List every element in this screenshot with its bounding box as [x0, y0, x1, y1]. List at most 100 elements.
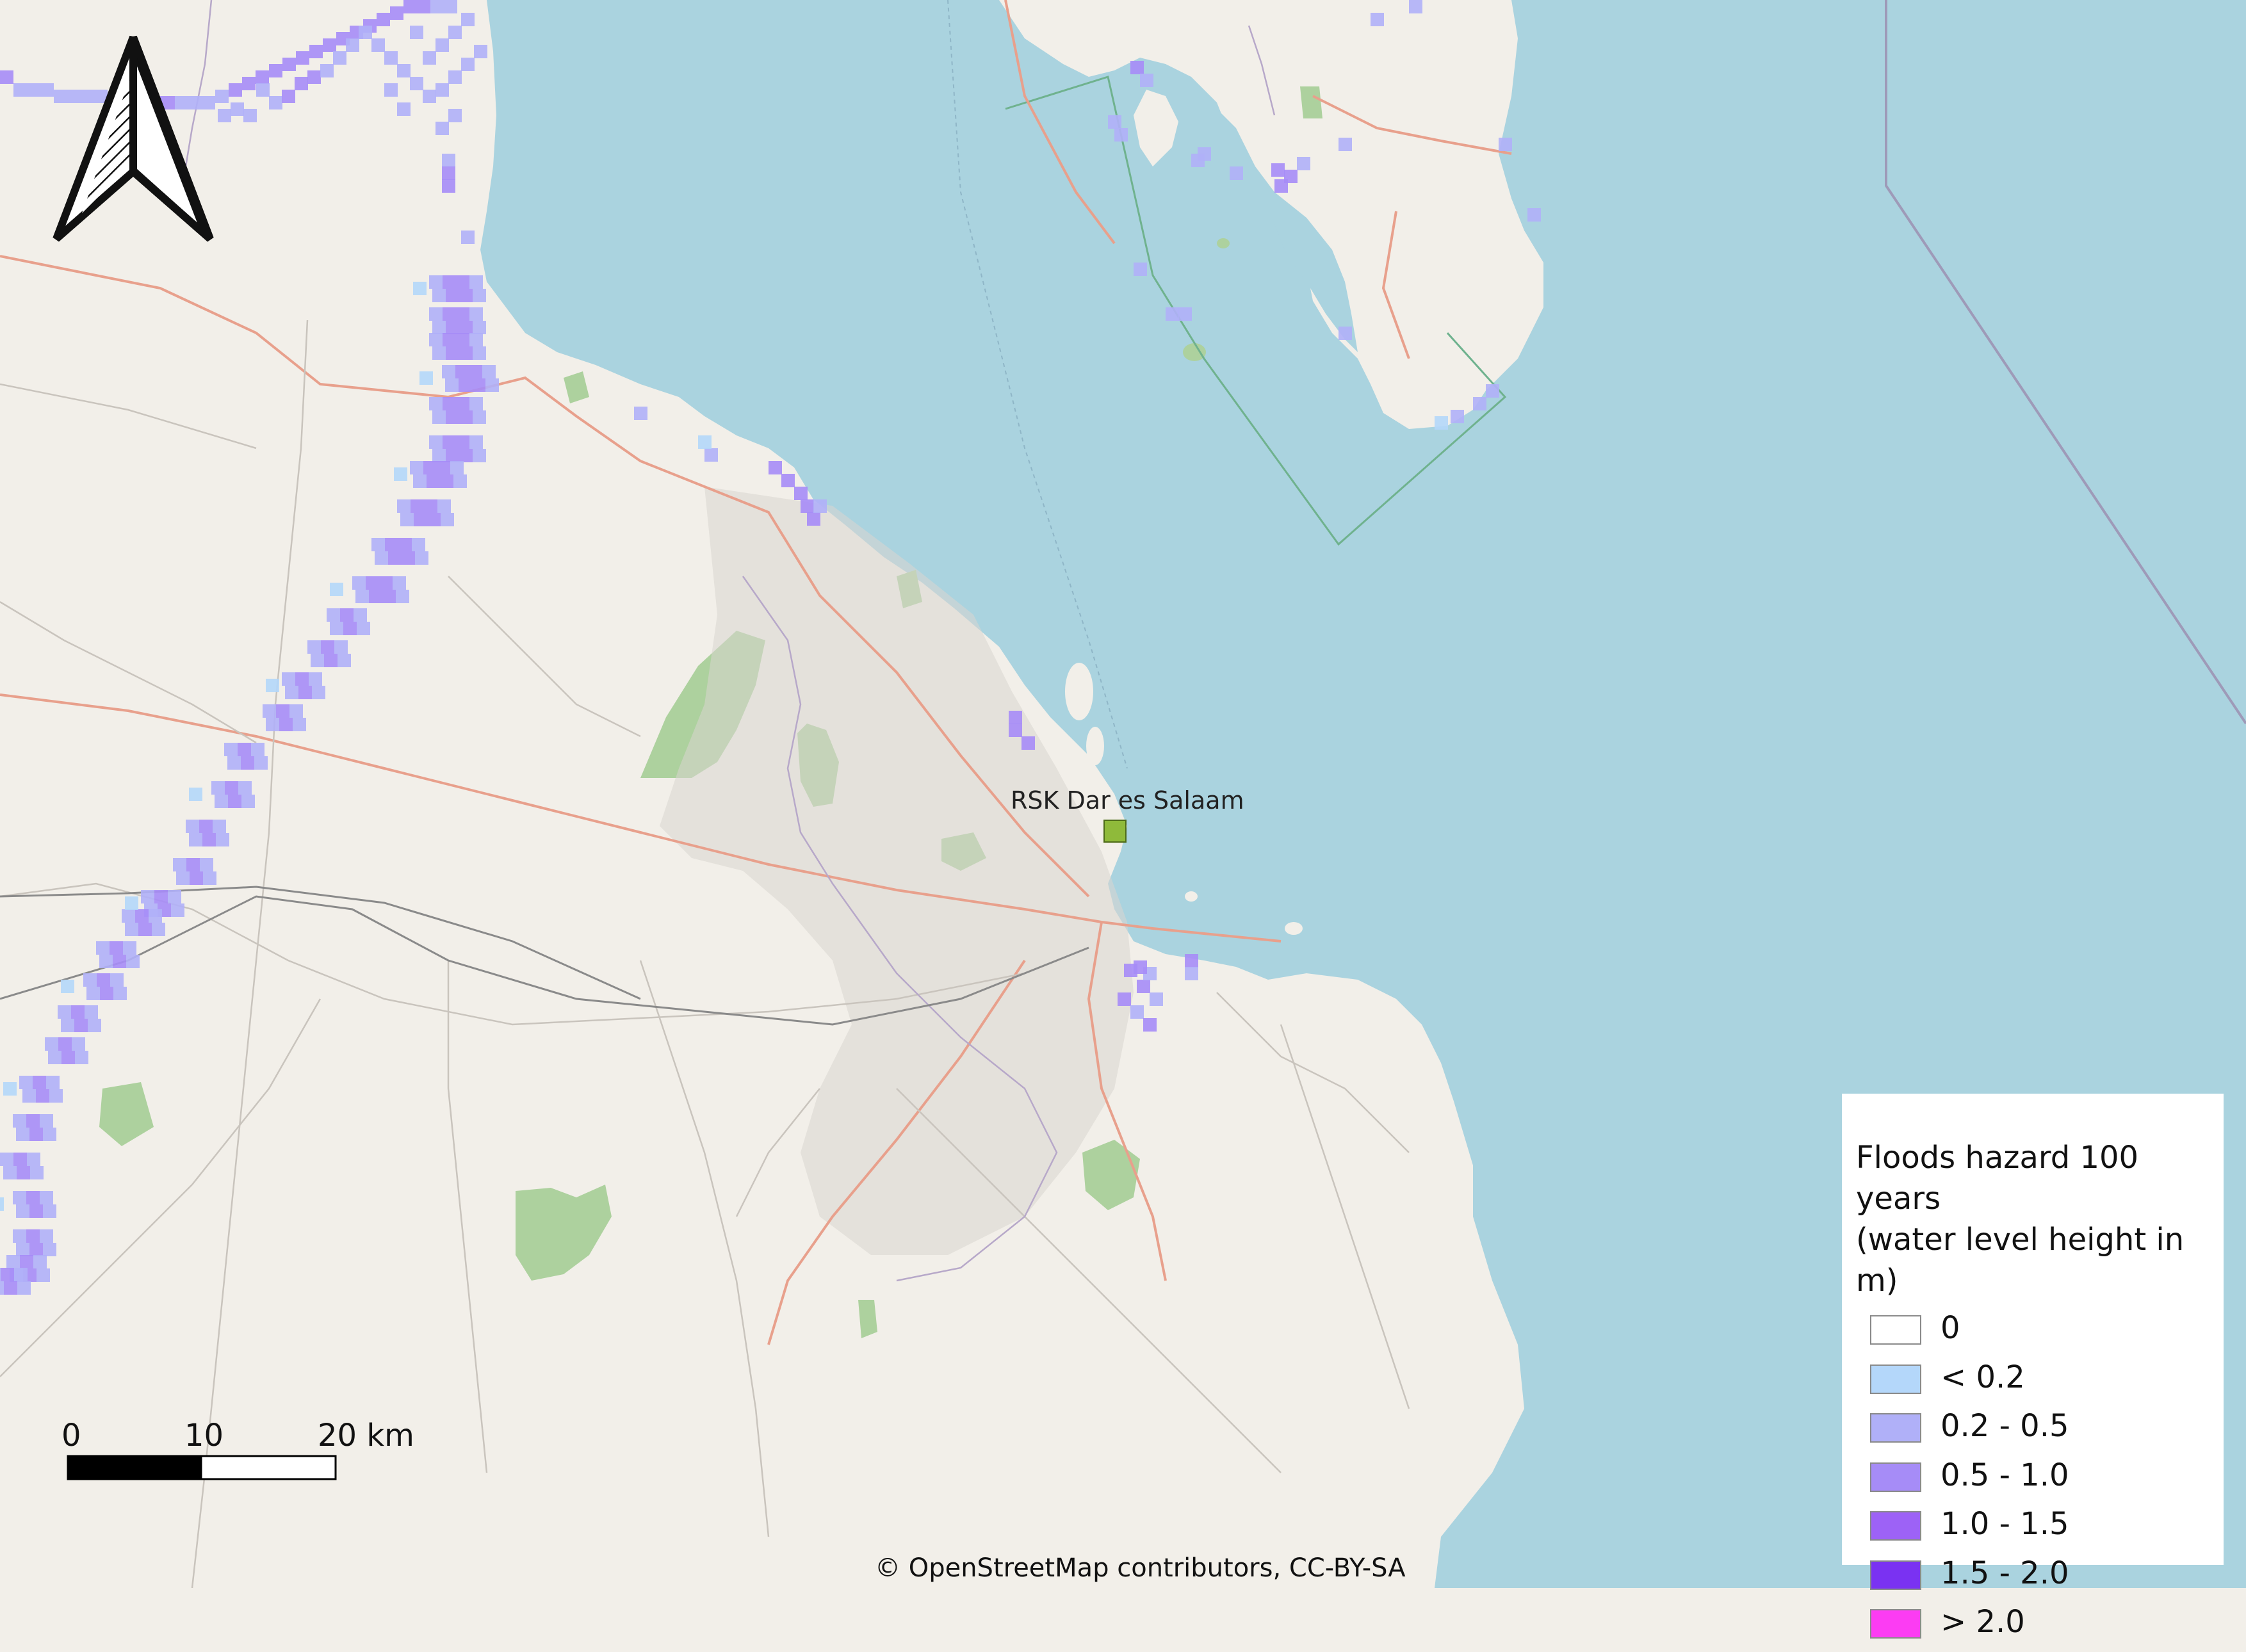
flood-cell [4, 1281, 17, 1295]
flood-cell [13, 1114, 26, 1128]
flood-cell [321, 640, 334, 654]
flood-cell [1198, 147, 1211, 161]
flood-cell [1339, 327, 1352, 340]
attribution: © OpenStreetMap contributors, CC-BY-SA [875, 1553, 1406, 1583]
flood-cell [113, 955, 126, 968]
flood-cell [366, 576, 379, 590]
flood-cell [224, 743, 238, 756]
flood-cell [96, 941, 110, 955]
mbudya-island [1086, 727, 1104, 765]
flood-cell [100, 987, 113, 1000]
flood-cell [40, 1191, 53, 1204]
flood-cell [27, 83, 40, 97]
flood-cell [16, 1204, 29, 1218]
flood-cell [455, 365, 469, 378]
flood-cell [200, 858, 213, 871]
flood-cell [74, 1019, 88, 1032]
flood-cell [113, 987, 127, 1000]
map-legend: Floods hazard 100 years (water level hei… [1842, 1094, 2224, 1640]
flood-cell [1140, 74, 1153, 87]
island-3 [1183, 343, 1206, 361]
legend-title: Floods hazard 100 years (water level hei… [1856, 1140, 2185, 1299]
flood-cell [369, 590, 382, 603]
flood-cell [13, 83, 27, 97]
flood-cell [1166, 307, 1179, 321]
flood-cell [397, 64, 411, 77]
flood-cell [6, 1255, 20, 1268]
flood-cell [225, 781, 238, 795]
flood-cell [357, 622, 370, 635]
flood-cell [324, 654, 338, 667]
flood-cell [72, 1037, 85, 1051]
flood-cell [461, 231, 475, 244]
flood-cell [26, 1229, 40, 1243]
site-marker[interactable] [1103, 820, 1127, 843]
flood-cell [85, 1005, 98, 1019]
legend-swatch [1870, 1560, 1921, 1590]
flood-cell [385, 538, 398, 551]
flood-cell [1150, 992, 1163, 1006]
flood-cell [446, 346, 459, 360]
flood-cell [213, 820, 226, 833]
flood-cell [269, 64, 282, 77]
flood-cell [410, 77, 423, 90]
flood-cell [1009, 724, 1022, 737]
flood-cell [1137, 980, 1150, 993]
flood-cell [199, 820, 213, 833]
legend-swatch [1870, 1315, 1921, 1345]
flood-cell [343, 622, 357, 635]
flood-cell [238, 781, 252, 795]
flood-cell [33, 1076, 46, 1089]
flood-cell [13, 1153, 27, 1166]
flood-cell [215, 795, 228, 808]
legend-swatch [1870, 1609, 1921, 1639]
flood-cell [435, 83, 449, 97]
flood-cell [168, 890, 181, 903]
flood-cell [13, 1229, 26, 1243]
flood-cell [75, 1051, 88, 1064]
flood-cell [801, 499, 814, 513]
flood-cell [149, 909, 162, 923]
flood-cell [48, 1051, 61, 1064]
flood-cell [388, 551, 402, 565]
flood-cell [61, 980, 74, 993]
flood-cell [443, 307, 456, 321]
flood-cell [1130, 1005, 1144, 1019]
flood-cell [473, 289, 486, 302]
legend-item: 0 [1856, 1309, 2224, 1358]
flood-cell [17, 1166, 30, 1179]
flood-cell [307, 70, 321, 84]
flood-cell [769, 461, 782, 474]
legend-item: 1.0 - 1.5 [1856, 1505, 2224, 1554]
flood-cell [429, 397, 443, 410]
flood-cell [393, 576, 406, 590]
flood-cell [417, 0, 430, 13]
flood-cell [88, 1019, 101, 1032]
flood-cell [352, 576, 366, 590]
flood-cell [443, 275, 456, 289]
flood-cell [432, 410, 446, 424]
flood-cell [86, 987, 100, 1000]
legend-swatch [1870, 1413, 1921, 1443]
flood-cell [327, 608, 340, 622]
flood-cell [1527, 208, 1541, 222]
flood-cell [295, 77, 308, 90]
flood-cell [171, 903, 184, 917]
flood-cell [443, 435, 456, 449]
scalebar-label-10: 10 [184, 1418, 224, 1454]
flood-cell [430, 0, 444, 13]
flood-cell [469, 333, 483, 346]
flood-cell [435, 122, 449, 135]
flood-cell [216, 833, 229, 846]
flood-cell [61, 1019, 74, 1032]
flood-cell [141, 890, 154, 903]
flood-cell [154, 890, 168, 903]
flood-cell [794, 487, 808, 500]
flood-cell [359, 26, 372, 39]
flood-cell [138, 923, 152, 936]
flood-cell [473, 449, 486, 462]
flood-cell [459, 289, 473, 302]
flood-cell [61, 1051, 75, 1064]
flood-cell [402, 551, 415, 565]
site-label: RSK Dar es Salaam [1011, 786, 1244, 814]
